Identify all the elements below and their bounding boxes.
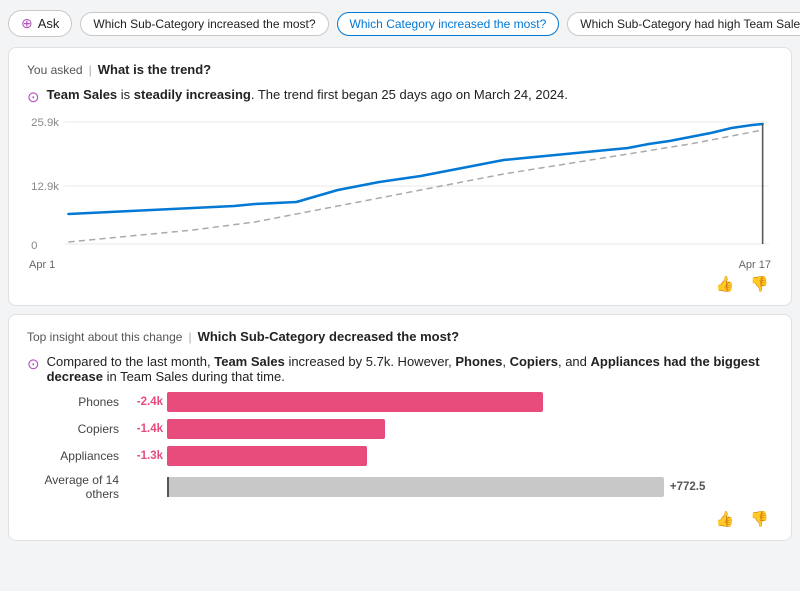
ask-button[interactable]: ⊕ Ask — [8, 10, 72, 37]
bar-value-copiers: -1.4k — [127, 423, 163, 435]
svg-text:25.9k: 25.9k — [31, 117, 59, 129]
suggestion-btn-2[interactable]: Which Sub-Category had high Team Sales? — [567, 12, 800, 36]
svg-text:0: 0 — [31, 240, 37, 252]
you-asked-bar: You asked | What is the trend? — [27, 62, 773, 77]
team-sales-bold: Team Sales — [47, 87, 118, 102]
decrease-insight-row: ⊙ Compared to the last month, Team Sales… — [27, 354, 773, 384]
bar-value-phones: -2.4k — [127, 396, 163, 408]
bar-value-appliances: -1.3k — [127, 450, 163, 462]
insight-header-divider: | — [188, 330, 191, 344]
bar-track-appliances — [167, 446, 773, 466]
trend-svg: 25.9k 12.9k 0 — [27, 114, 773, 254]
suggestion-label-0: Which Sub-Category increased the most? — [93, 17, 315, 31]
bar-label-appliances: Appliances — [27, 449, 127, 463]
bar-track-copiers — [167, 419, 773, 439]
bar-row-copiers: Copiers -1.4k — [27, 419, 773, 439]
suggestion-label-2: Which Sub-Category had high Team Sales? — [580, 17, 800, 31]
bar-fill-phones — [167, 392, 543, 412]
bar-label-copiers: Copiers — [27, 422, 127, 436]
top-bar: ⊕ Ask Which Sub-Category increased the m… — [8, 8, 792, 39]
thumbdown-btn-1[interactable]: 👎 — [746, 273, 773, 295]
suggestion-label-1: Which Category increased the most? — [350, 17, 547, 31]
you-asked-divider: | — [89, 63, 92, 77]
x-label-right: Apr 17 — [739, 259, 771, 271]
bar-label-phones: Phones — [27, 395, 127, 409]
bar-row-appliances: Appliances -1.3k — [27, 446, 773, 466]
trend-question: What is the trend? — [98, 62, 211, 77]
suggestion-btn-0[interactable]: Which Sub-Category increased the most? — [80, 12, 328, 36]
bar-pos-value: +772.5 — [670, 481, 706, 493]
trend-insight-text: Team Sales is steadily increasing. The t… — [47, 87, 568, 102]
bar-track-others: +772.5 — [167, 477, 773, 497]
thumbs-row-2: 👍 👎 — [27, 508, 773, 530]
decrease-insight-text: Compared to the last month, Team Sales i… — [47, 354, 773, 384]
svg-text:12.9k: 12.9k — [31, 181, 59, 193]
bar-fill-copiers — [167, 419, 385, 439]
bar-row-others: Average of 14 others +772.5 — [27, 473, 773, 501]
bar-fill-appliances — [167, 446, 367, 466]
trend-insight-row: ⊙ Team Sales is steadily increasing. The… — [27, 87, 773, 106]
bar-fill-others — [167, 477, 664, 497]
steadily-increasing: steadily increasing — [134, 87, 251, 102]
ask-label: Ask — [38, 16, 60, 31]
appliances-label: Appliances — [591, 354, 660, 369]
trend-chart: 25.9k 12.9k 0 Apr 1 Apr 17 — [27, 114, 773, 269]
suggestion-btn-1[interactable]: Which Category increased the most? — [337, 12, 560, 36]
trend-card: You asked | What is the trend? ⊙ Team Sa… — [8, 47, 792, 306]
top-insight-prefix: Top insight about this change — [27, 330, 182, 344]
bar-label-others: Average of 14 others — [27, 473, 127, 501]
bar-anchor — [167, 477, 169, 497]
thumbdown-btn-2[interactable]: 👎 — [746, 508, 773, 530]
you-asked-prefix: You asked — [27, 63, 83, 77]
decrease-insight-header: Top insight about this change | Which Su… — [27, 329, 773, 344]
thumbs-row-1: 👍 👎 — [27, 273, 773, 295]
trend-insight-icon: ⊙ — [27, 88, 40, 106]
chart-x-labels: Apr 1 Apr 17 — [27, 259, 773, 271]
bar-section: Phones -2.4k Copiers -1.4k Appliances -1… — [27, 392, 773, 501]
ask-icon: ⊕ — [21, 15, 33, 32]
decrease-card: Top insight about this change | Which Su… — [8, 314, 792, 541]
thumbup-btn-1[interactable]: 👍 — [712, 273, 739, 295]
bar-track-phones — [167, 392, 773, 412]
copiers-label: Copiers — [510, 354, 558, 369]
bar-row-phones: Phones -2.4k — [27, 392, 773, 412]
thumbup-btn-2[interactable]: 👍 — [712, 508, 739, 530]
decrease-insight-icon: ⊙ — [27, 355, 40, 373]
x-label-left: Apr 1 — [29, 259, 55, 271]
decrease-question: Which Sub-Category decreased the most? — [198, 329, 460, 344]
phones-label: Phones — [455, 354, 502, 369]
team-sales-2: Team Sales — [214, 354, 285, 369]
